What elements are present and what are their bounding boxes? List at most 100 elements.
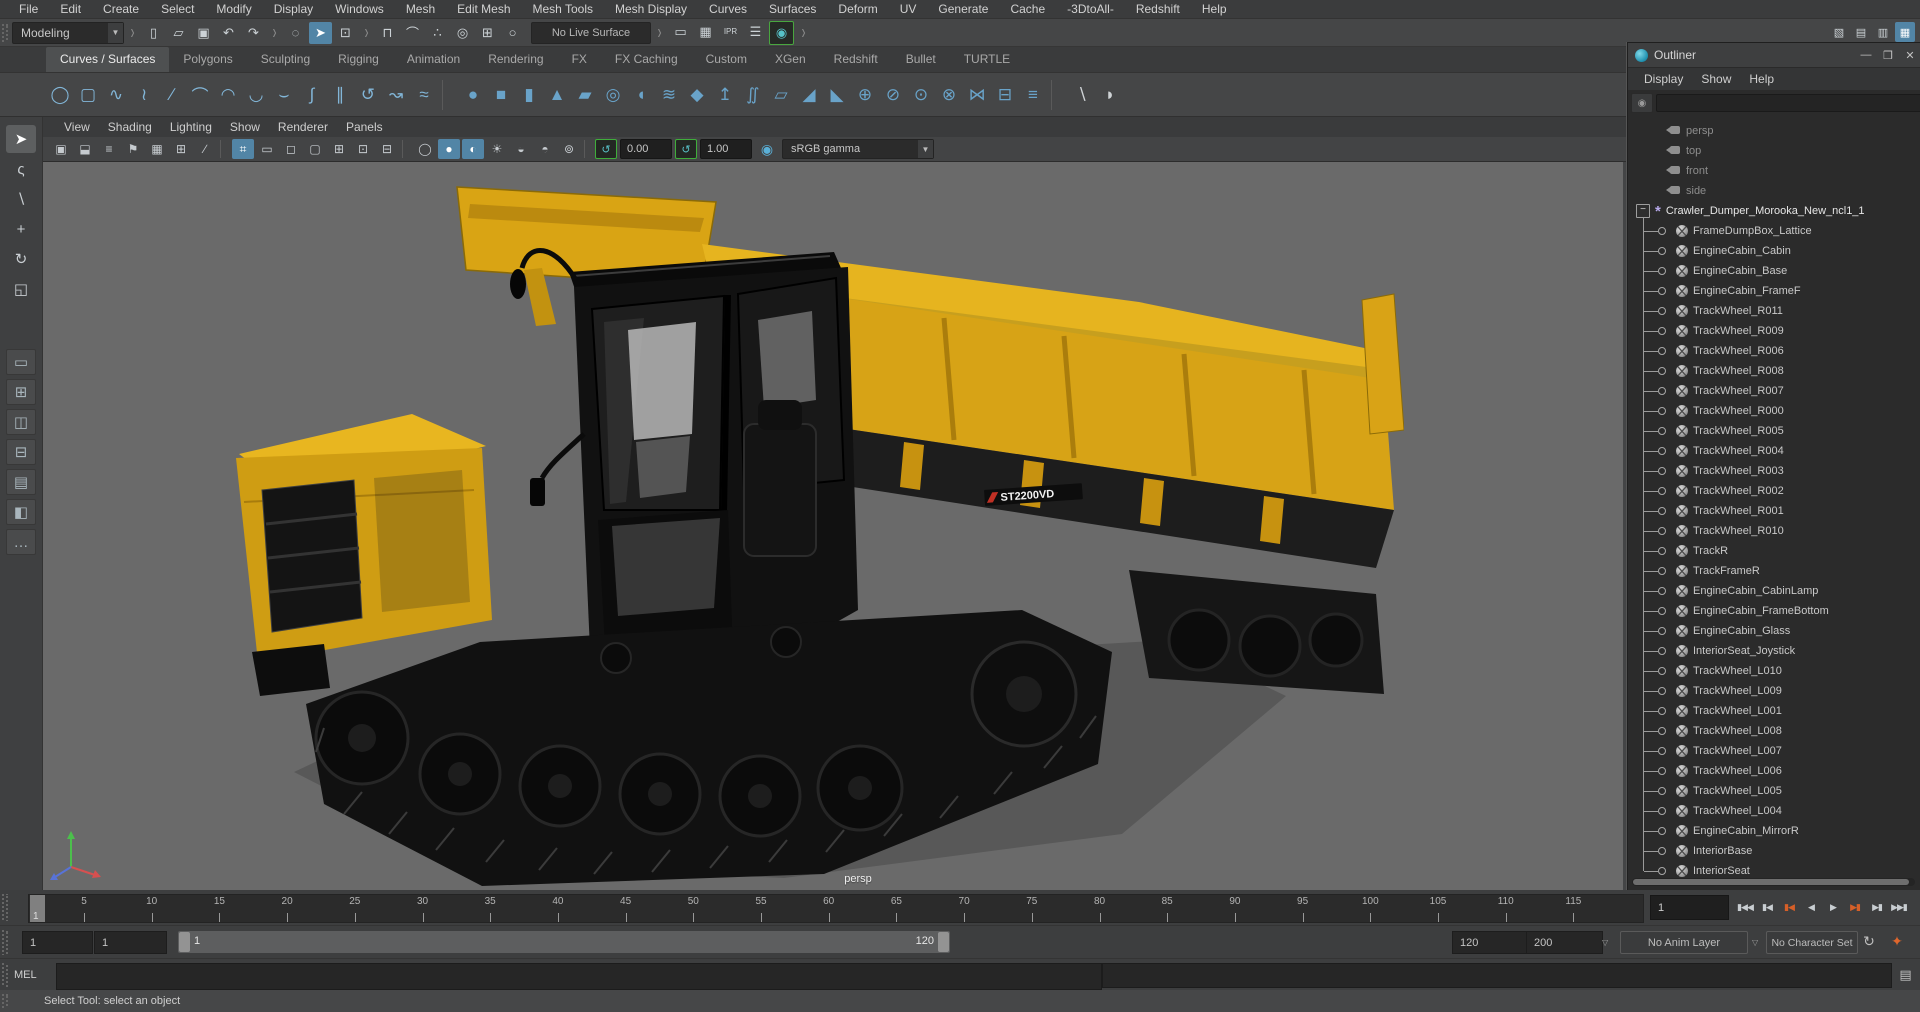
menu-edit[interactable]: Edit <box>49 0 92 18</box>
untrim-icon[interactable]: ⊙ <box>907 78 935 112</box>
screen-space-ao-icon[interactable]: ◓ <box>534 139 556 159</box>
animation-end-field[interactable]: 200 <box>1526 931 1603 954</box>
perspective-viewport[interactable]: View Shading Lighting Show Renderer Panels ▣ ⬓… <box>43 117 1635 891</box>
step-forward-frame-button[interactable]: ▶▮ <box>1866 893 1888 921</box>
pencil-curve-tool-icon[interactable]: ∕ <box>158 78 186 112</box>
outliner-search-input[interactable] <box>1656 94 1920 112</box>
grease-pencil-icon[interactable]: ∕ <box>194 139 216 159</box>
outliner-item-trackwheel-r005[interactable]: TrackWheel_R005 <box>1628 421 1920 441</box>
outliner-item-trackwheel-r006[interactable]: TrackWheel_R006 <box>1628 341 1920 361</box>
menu-select[interactable]: Select <box>150 0 205 18</box>
insert-isoparm-icon[interactable]: ≡ <box>1019 78 1047 112</box>
filter-icon[interactable]: ◉ <box>1631 93 1653 113</box>
scale-tool-icon[interactable]: ◱ <box>6 275 36 303</box>
nurbs-cube-icon[interactable]: ■ <box>487 78 515 112</box>
modeling-toolkit-icon[interactable]: ▧ <box>1829 22 1849 42</box>
tool-settings-icon[interactable]: ▥ <box>1873 22 1893 42</box>
select-component-icon[interactable]: ⊡ <box>334 22 357 44</box>
outliner-item-trackwheel-l009[interactable]: TrackWheel_L009 <box>1628 681 1920 701</box>
redshift-render-view-icon[interactable]: ◉ <box>769 20 794 45</box>
toolbar-separator[interactable]: ❭ <box>799 22 808 44</box>
shelf-tab-sculpting[interactable]: Sculpting <box>247 47 324 72</box>
outliner-item-top[interactable]: top <box>1628 141 1920 161</box>
undo-icon[interactable]: ↶ <box>217 22 240 44</box>
save-scene-icon[interactable]: ▣ <box>192 22 215 44</box>
auto-keyframe-icon[interactable]: ✦ <box>1886 930 1908 953</box>
outliner-item-trackwheel-r010[interactable]: TrackWheel_R010 <box>1628 521 1920 541</box>
bookmarks-icon[interactable]: ⚑ <box>122 139 144 159</box>
animation-preferences-icon[interactable]: ↻ <box>1858 930 1880 953</box>
outliner-menu-display[interactable]: Display <box>1636 70 1691 88</box>
outliner-item-enginecabin-glass[interactable]: EngineCabin_Glass <box>1628 621 1920 641</box>
step-forward-key-button[interactable]: ▶▮ <box>1844 893 1866 921</box>
step-back-key-button[interactable]: ▮◀ <box>1778 893 1800 921</box>
range-slider-bar[interactable]: 1 120 <box>178 931 950 953</box>
outliner-item-enginecabin-framef[interactable]: EngineCabin_FrameF <box>1628 281 1920 301</box>
lasso-tool-icon[interactable]: ς <box>6 155 36 183</box>
cv-curve-tool-icon[interactable]: ∿ <box>102 78 130 112</box>
layout-four-panes-button[interactable]: ⊞ <box>6 379 36 405</box>
menu-redshift[interactable]: Redshift <box>1125 0 1191 18</box>
channel-box-icon[interactable]: ▦ <box>1895 22 1915 42</box>
layout-hypershade-persp-button[interactable]: ▤ <box>6 469 36 495</box>
film-gate-icon[interactable]: ▭ <box>256 139 278 159</box>
sculpt-surfaces-icon[interactable]: ◗ <box>1096 78 1124 112</box>
menu-generate[interactable]: Generate <box>927 0 999 18</box>
use-all-lights-icon[interactable]: ☀ <box>486 139 508 159</box>
outliner-item-trackwheel-r002[interactable]: TrackWheel_R002 <box>1628 481 1920 501</box>
outliner-item-interiorbase[interactable]: InteriorBase <box>1628 841 1920 861</box>
snap-to-curves-icon[interactable]: ⌒ <box>401 22 424 44</box>
command-language-button[interactable]: MEL <box>14 965 50 985</box>
command-line-input[interactable] <box>56 963 1102 990</box>
menu-surfaces[interactable]: Surfaces <box>758 0 827 18</box>
outliner-item-trackwheel-r011[interactable]: TrackWheel_R011 <box>1628 301 1920 321</box>
outliner-item-persp[interactable]: persp <box>1628 121 1920 141</box>
viewport-menu-panels[interactable]: Panels <box>337 118 392 136</box>
outliner-item-enginecabin-framebottom[interactable]: EngineCabin_FrameBottom <box>1628 601 1920 621</box>
bevel-icon[interactable]: ◢ <box>795 78 823 112</box>
lock-camera-icon[interactable]: ⬓ <box>74 139 96 159</box>
snap-to-view-planes-icon[interactable]: ⊞ <box>476 22 499 44</box>
layout-single-pane-button[interactable]: ▭ <box>6 349 36 375</box>
time-slider[interactable]: 1 5 10 15 20 25 30 35 40 45 50 55 60 65 70 75 80 85 90 95 1… <box>28 894 1644 923</box>
current-frame-field[interactable]: 1 <box>1650 895 1729 920</box>
status-line-grip[interactable] <box>2 23 8 42</box>
outliner-item-trackwheel-l008[interactable]: TrackWheel_L008 <box>1628 721 1920 741</box>
outliner-item-trackwheel-r009[interactable]: TrackWheel_R009 <box>1628 321 1920 341</box>
safe-title-icon[interactable]: ⊟ <box>376 139 398 159</box>
crawler-dumper-model[interactable]: ST2200VD <box>224 172 1404 891</box>
minimize-icon[interactable]: — <box>1855 46 1877 64</box>
command-line-grip[interactable] <box>2 963 8 987</box>
toolbar-separator[interactable]: ❭ <box>270 22 279 44</box>
two-d-pan-zoom-icon[interactable]: ⊞ <box>170 139 192 159</box>
outliner-item-crawler-dumper-morooka-new-ncl1-1[interactable]: − * Crawler_Dumper_Morooka_New_ncl1_1 <box>1628 201 1920 221</box>
nurbs-sphere-icon[interactable]: ● <box>459 78 487 112</box>
outliner-menu-show[interactable]: Show <box>1693 70 1739 88</box>
revolve-icon[interactable]: ◖ <box>627 78 655 112</box>
outliner-item-trackwheel-r003[interactable]: TrackWheel_R003 <box>1628 461 1920 481</box>
menu-3dtoall[interactable]: -3DtoAll- <box>1056 0 1125 18</box>
offset-curve-icon[interactable]: ≈ <box>410 78 438 112</box>
range-start-handle[interactable] <box>179 932 190 952</box>
extrude-icon[interactable]: ↥ <box>711 78 739 112</box>
menu-help[interactable]: Help <box>1191 0 1238 18</box>
shelf-tab-fx[interactable]: FX <box>558 47 601 72</box>
snap-to-points-icon[interactable]: ∴ <box>426 22 449 44</box>
menu-deform[interactable]: Deform <box>827 0 888 18</box>
resolution-gate-icon[interactable]: ◻ <box>280 139 302 159</box>
close-icon[interactable]: ✕ <box>1899 46 1920 64</box>
outliner-horizontal-scrollbar[interactable] <box>1632 878 1915 886</box>
image-plane-icon[interactable]: ▦ <box>146 139 168 159</box>
nurbs-plane-icon[interactable]: ▰ <box>571 78 599 112</box>
outliner-item-interiorseat-joystick[interactable]: InteriorSeat_Joystick <box>1628 641 1920 661</box>
detach-surfaces-icon[interactable]: ⊟ <box>991 78 1019 112</box>
attach-curves-icon[interactable]: ∫ <box>298 78 326 112</box>
shadows-icon[interactable]: ◒ <box>510 139 532 159</box>
outliner-item-trackr[interactable]: TrackR <box>1628 541 1920 561</box>
paint-select-tool-icon[interactable]: ∖ <box>6 185 36 213</box>
menu-display[interactable]: Display <box>263 0 324 18</box>
maximize-icon[interactable]: ❒ <box>1877 46 1899 64</box>
time-slider-grip[interactable] <box>2 894 8 921</box>
planar-icon[interactable]: ◆ <box>683 78 711 112</box>
shelf-tab-curves-surfaces[interactable]: Curves / Surfaces <box>46 47 170 72</box>
